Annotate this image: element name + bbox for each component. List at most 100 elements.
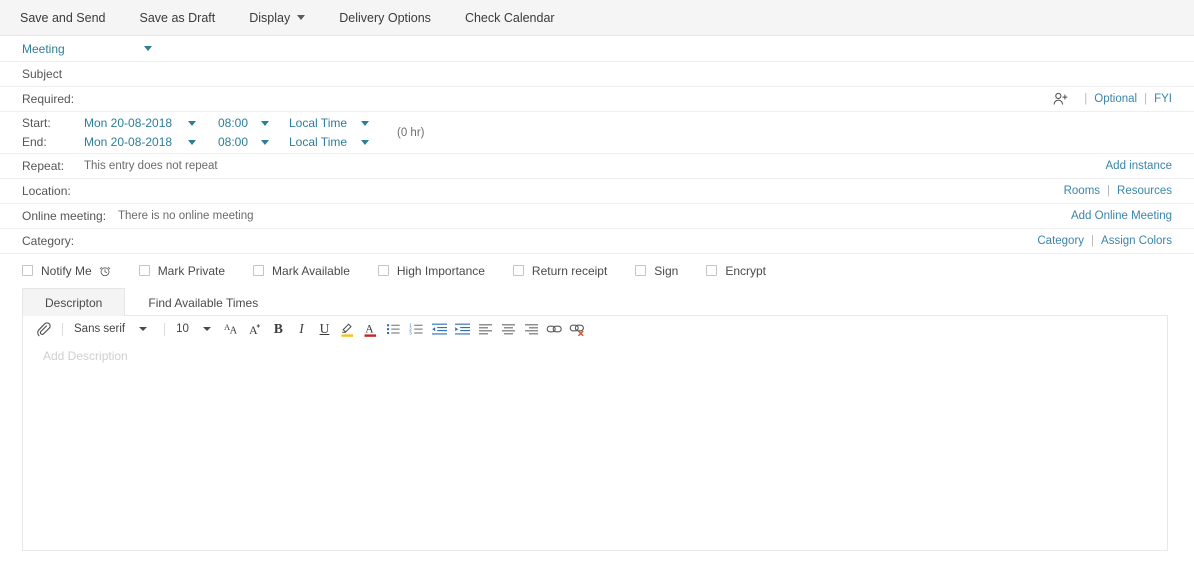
chevron-down-icon	[144, 46, 152, 51]
subject-label: Subject	[22, 67, 62, 81]
end-time-value[interactable]: 08:00	[218, 135, 261, 149]
online-meeting-label: Online meeting:	[22, 209, 118, 223]
chevron-down-icon[interactable]	[139, 327, 147, 331]
optional-link[interactable]: Optional	[1094, 93, 1137, 105]
font-size-select[interactable]: 10	[172, 323, 193, 335]
toolbar-divider	[164, 323, 165, 336]
insert-link-icon[interactable]	[543, 318, 566, 340]
repeat-row: Repeat: This entry does not repeat Add i…	[0, 154, 1194, 179]
svg-text:A: A	[249, 323, 258, 337]
chevron-down-icon	[297, 15, 305, 20]
checkbox-box[interactable]	[253, 265, 264, 276]
checkbox-high-importance[interactable]: High Importance	[378, 264, 485, 278]
tab-bar: Descripton Find Available Times	[0, 288, 1194, 315]
start-line: Start: Mon 20-08-2018 08:00 Local Time	[22, 115, 369, 132]
fyi-link[interactable]: FYI	[1154, 93, 1172, 105]
description-input[interactable]: Add Description	[23, 342, 1167, 363]
duration-label: (0 hr)	[397, 127, 424, 139]
remove-link-icon[interactable]	[566, 318, 589, 340]
check-calendar-button[interactable]: Check Calendar	[465, 11, 571, 25]
delivery-options-button[interactable]: Delivery Options	[339, 11, 447, 25]
alarm-clock-icon[interactable]	[99, 265, 111, 277]
checkbox-notify-me[interactable]: Notify Me	[22, 264, 111, 278]
entry-type-select[interactable]: Meeting	[22, 42, 152, 56]
chevron-down-icon[interactable]	[361, 121, 369, 126]
bold-icon[interactable]: B	[267, 318, 290, 340]
category-link[interactable]: Category	[1037, 235, 1084, 247]
display-menu-button[interactable]: Display	[249, 11, 321, 25]
checkbox-box[interactable]	[139, 265, 150, 276]
attachment-icon[interactable]	[32, 318, 55, 340]
required-label: Required:	[22, 92, 84, 106]
checkbox-label: Mark Available	[272, 264, 350, 278]
rooms-link[interactable]: Rooms	[1064, 185, 1100, 197]
increase-font-size-icon[interactable]: A A	[221, 318, 244, 340]
divider: |	[1084, 93, 1087, 105]
chevron-down-icon[interactable]	[261, 121, 269, 126]
online-meeting-value: There is no online meeting	[118, 210, 254, 222]
numbered-list-icon[interactable]: 1 2 3	[405, 318, 428, 340]
end-timezone-value[interactable]: Local Time	[289, 135, 361, 149]
options-checkbox-row: Notify Me Mark Private Mark Available Hi…	[0, 254, 1194, 288]
entry-type-value: Meeting	[22, 42, 144, 56]
checkbox-box[interactable]	[378, 265, 389, 276]
chevron-down-icon[interactable]	[188, 121, 196, 126]
checkbox-encrypt[interactable]: Encrypt	[706, 264, 766, 278]
font-family-select[interactable]: Sans serif	[70, 323, 129, 335]
checkbox-mark-available[interactable]: Mark Available	[253, 264, 350, 278]
chevron-down-icon[interactable]	[361, 140, 369, 145]
toolbar-divider	[62, 323, 63, 336]
datetime-row: Start: Mon 20-08-2018 08:00 Local Time E…	[0, 112, 1194, 154]
assign-colors-link[interactable]: Assign Colors	[1101, 235, 1172, 247]
tab-description-label: Descripton	[45, 296, 102, 310]
indent-icon[interactable]	[451, 318, 474, 340]
decrease-font-size-icon[interactable]: A	[244, 318, 267, 340]
font-color-icon[interactable]: A	[359, 318, 382, 340]
start-timezone-value[interactable]: Local Time	[289, 116, 361, 130]
required-actions: | Optional | FYI	[1053, 92, 1172, 106]
checkbox-sign[interactable]: Sign	[635, 264, 678, 278]
align-left-icon[interactable]	[474, 318, 497, 340]
italic-icon[interactable]: I	[290, 318, 313, 340]
rich-text-toolbar: Sans serif 10 A A A B I U	[23, 316, 1167, 342]
outdent-icon[interactable]	[428, 318, 451, 340]
start-label: Start:	[22, 116, 84, 130]
add-online-meeting-link[interactable]: Add Online Meeting	[1071, 210, 1172, 222]
tab-find-available-times[interactable]: Find Available Times	[125, 288, 281, 316]
checkbox-box[interactable]	[22, 265, 33, 276]
chevron-down-icon[interactable]	[188, 140, 196, 145]
repeat-value[interactable]: This entry does not repeat	[84, 160, 218, 172]
underline-icon[interactable]: U	[313, 318, 336, 340]
start-time-value[interactable]: 08:00	[218, 116, 261, 130]
highlight-color-icon[interactable]	[336, 318, 359, 340]
chevron-down-icon[interactable]	[261, 140, 269, 145]
end-line: End: Mon 20-08-2018 08:00 Local Time	[22, 134, 369, 151]
subject-row[interactable]: Subject	[0, 62, 1194, 87]
add-person-icon[interactable]	[1053, 92, 1068, 106]
svg-text:3: 3	[409, 330, 412, 335]
required-row: Required: | Optional | FYI	[0, 87, 1194, 112]
location-row: Location: Rooms | Resources	[0, 179, 1194, 204]
add-instance-link[interactable]: Add instance	[1106, 160, 1173, 172]
end-date-value[interactable]: Mon 20-08-2018	[84, 135, 188, 149]
save-and-send-button[interactable]: Save and Send	[20, 11, 122, 25]
align-center-icon[interactable]	[497, 318, 520, 340]
delivery-options-label: Delivery Options	[339, 11, 431, 25]
bulleted-list-icon[interactable]	[382, 318, 405, 340]
align-right-icon[interactable]	[520, 318, 543, 340]
checkbox-return-receipt[interactable]: Return receipt	[513, 264, 607, 278]
divider: |	[1091, 235, 1094, 247]
end-label: End:	[22, 135, 84, 149]
resources-link[interactable]: Resources	[1117, 185, 1172, 197]
checkbox-mark-private[interactable]: Mark Private	[139, 264, 225, 278]
checkbox-box[interactable]	[635, 265, 646, 276]
chevron-down-icon[interactable]	[203, 327, 211, 331]
checkbox-box[interactable]	[706, 265, 717, 276]
tab-description[interactable]: Descripton	[22, 288, 125, 316]
checkbox-box[interactable]	[513, 265, 524, 276]
svg-text:A: A	[230, 326, 238, 337]
repeat-label: Repeat:	[22, 159, 84, 173]
start-date-value[interactable]: Mon 20-08-2018	[84, 116, 188, 130]
checkbox-label: Encrypt	[725, 264, 766, 278]
save-as-draft-button[interactable]: Save as Draft	[140, 11, 232, 25]
